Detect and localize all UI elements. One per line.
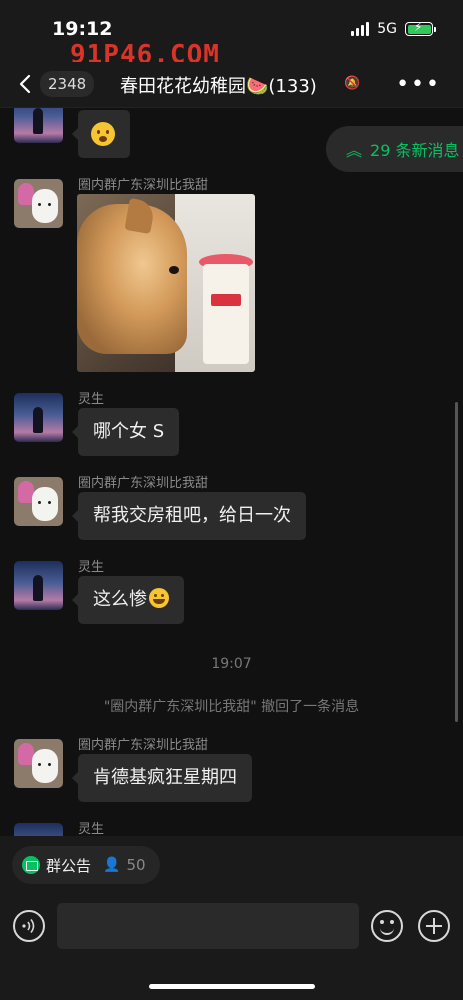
image-message[interactable] — [77, 194, 255, 372]
message-bubble[interactable]: 肯德基疯狂星期四 — [72, 754, 252, 802]
voice-input-button[interactable] — [13, 910, 45, 942]
new-messages-button[interactable]: ︽ 29 条新消息 — [326, 126, 463, 172]
status-time: 19:12 — [52, 18, 113, 40]
avatar[interactable] — [14, 561, 63, 610]
avatar[interactable] — [14, 823, 63, 836]
bottom-panel: 群公告 👤 50 — [0, 836, 463, 1000]
emoji-button[interactable] — [371, 910, 403, 942]
chat-title[interactable]: 春田花花幼稚园🍉(133) — [120, 72, 317, 98]
message-list[interactable]: 圈内群广东深圳比我甜 灵生 哪个女 S 圈内群广东深圳比我甜 帮我交房租吧，给日… — [0, 108, 463, 836]
battery-icon: ⚡ — [405, 20, 436, 36]
message-input[interactable] — [57, 903, 359, 949]
laughing-tears-emoji-icon — [149, 588, 169, 608]
shocked-face-emoji-icon — [91, 122, 115, 146]
member-count: 50 — [126, 856, 146, 874]
avatar[interactable] — [14, 108, 63, 143]
double-chevron-up-icon: ︽ — [346, 141, 363, 160]
sender-name: 圈内群广东深圳比我甜 — [78, 476, 209, 491]
avatar[interactable] — [14, 393, 63, 442]
back-arrow-icon[interactable] — [16, 72, 36, 96]
chat-screen: 19:12 5G ⚡ 91P46.COM 2348 春田花花幼稚园🍉(133) … — [0, 0, 463, 1000]
network-type: 5G — [377, 21, 397, 37]
sender-name: 灵生 — [78, 560, 105, 575]
sender-name: 灵生 — [78, 822, 105, 836]
message-bubble[interactable]: 这么惨 — [72, 576, 184, 624]
unread-count-badge[interactable]: 2348 — [40, 71, 95, 97]
charging-bolt-icon: ⚡ — [414, 20, 423, 34]
message-bubble[interactable]: 哪个女 S — [71, 408, 180, 456]
scrollbar[interactable] — [455, 402, 458, 722]
avatar[interactable] — [14, 739, 63, 788]
more-options-button[interactable]: ••• — [396, 72, 441, 97]
announcement-label: 群公告 — [46, 856, 92, 875]
status-indicators: 5G ⚡ — [351, 20, 436, 37]
message-text: 这么惨 — [93, 589, 147, 610]
more-actions-button[interactable] — [418, 910, 450, 942]
announcement-icon — [22, 856, 40, 874]
mute-bell-icon: 🔕 — [344, 76, 361, 91]
message-timestamp: 19:07 — [211, 656, 252, 672]
message-bubble[interactable] — [72, 110, 130, 158]
avatar[interactable] — [14, 477, 63, 526]
signal-icon — [351, 22, 370, 36]
sender-name: 圈内群广东深圳比我甜 — [78, 178, 209, 193]
nav-bar: 2348 春田花花幼稚园🍉(133) 🔕 ••• — [0, 62, 463, 108]
voice-wave-icon — [22, 919, 35, 933]
group-announcement-button[interactable]: 群公告 👤 50 — [12, 846, 160, 884]
person-icon: 👤 — [103, 857, 121, 873]
sender-name: 圈内群广东深圳比我甜 — [78, 738, 209, 753]
new-messages-label: 29 条新消息 — [370, 141, 460, 160]
sender-name: 灵生 — [78, 392, 105, 407]
home-indicator[interactable] — [149, 984, 315, 989]
avatar[interactable] — [14, 179, 63, 228]
message-bubble[interactable]: 帮我交房租吧，给日一次 — [72, 492, 306, 540]
input-bar — [0, 900, 463, 954]
recall-notice: "圈内群广东深圳比我甜" 撤回了一条消息 — [103, 699, 360, 715]
